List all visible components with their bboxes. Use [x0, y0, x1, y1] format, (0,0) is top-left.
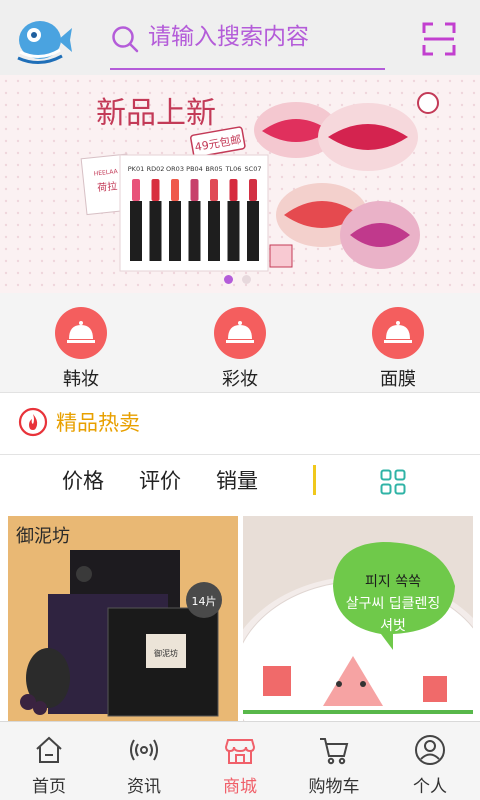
cart-icon	[320, 738, 349, 765]
shade-label: RD02	[147, 165, 165, 173]
banner-headline: 新品上新	[96, 96, 216, 131]
sort-divider	[313, 465, 316, 495]
category-label: 韩妆	[63, 369, 99, 390]
fish-logo-icon[interactable]	[14, 10, 74, 66]
nav-label: 首页	[32, 777, 66, 797]
top-bar: 请输入搜索内容	[0, 0, 480, 75]
shade-label: TL06	[225, 165, 242, 173]
fire-icon	[18, 407, 48, 437]
cloche-icon	[214, 307, 266, 359]
shade-label: OR03	[166, 165, 184, 173]
scan-icon[interactable]	[422, 22, 456, 56]
tag-line-3: 셔벗	[380, 618, 406, 634]
nav-cart[interactable]: 购物车	[293, 722, 373, 800]
app-screen: 请输入搜索内容 新品上新 49元包邮 HEELAA 荷拉 PK01 RD02 O…	[0, 0, 480, 800]
category-color-makeup[interactable]: 彩妆	[199, 307, 279, 391]
nav-home[interactable]: 首页	[8, 722, 88, 800]
bottom-nav: 首页 资讯 商城 购物车 个人	[0, 721, 480, 800]
cloche-icon	[372, 307, 424, 359]
banner-artwork: 新品上新 49元包邮 HEELAA 荷拉 PK01 RD02 OR03 PB04 BR0…	[0, 75, 480, 293]
banner-dot-active[interactable]	[224, 275, 233, 284]
shade-labels: PK01 RD02 OR03 PB04 BR05 TL06 SC07	[128, 165, 262, 173]
broadcast-icon	[130, 739, 158, 761]
category-label: 彩妆	[222, 369, 258, 390]
banner-dot[interactable]	[242, 275, 251, 284]
nav-label: 商城	[223, 777, 257, 797]
search-bar[interactable]: 请输入搜索内容	[110, 14, 385, 70]
tag-line-1: 피지 쏙쏙	[365, 574, 421, 590]
sort-price[interactable]: 价格	[62, 467, 104, 495]
shade-label: PK01	[128, 165, 144, 173]
tag-line-2: 살구씨 딥클렌징	[346, 596, 441, 612]
category-face-mask[interactable]: 面膜	[357, 307, 437, 391]
nav-label: 个人	[413, 777, 447, 797]
nav-store[interactable]: 商城	[199, 722, 279, 800]
nav-label: 资讯	[127, 777, 161, 797]
product-image: 피지 쏙쏙 살구씨 딥클렌징 셔벗	[243, 516, 473, 721]
shade-label: SC07	[245, 165, 262, 173]
banner-pagination[interactable]	[220, 272, 260, 286]
shade-label: PB04	[186, 165, 203, 173]
grid-view-icon[interactable]	[380, 469, 406, 495]
cloche-icon	[55, 307, 107, 359]
promo-banner[interactable]: 新品上新 49元包邮 HEELAA 荷拉 PK01 RD02 OR03 PB04 BR0…	[0, 75, 480, 293]
category-row: 韩妆 彩妆 面膜	[0, 293, 480, 393]
product-card[interactable]: 피지 쏙쏙 살구씨 딥클렌징 셔벗	[243, 516, 473, 721]
section-title: 精品热卖	[56, 411, 140, 435]
shade-label: BR05	[205, 165, 222, 173]
category-label: 面膜	[380, 369, 416, 390]
category-korean-makeup[interactable]: 韩妆	[40, 307, 120, 391]
user-icon	[415, 735, 445, 765]
store-icon	[224, 739, 256, 764]
sort-review[interactable]: 评价	[139, 467, 181, 495]
product-brand: 御泥坊	[16, 526, 70, 547]
search-input[interactable]: 请输入搜索内容	[148, 20, 309, 54]
nav-news[interactable]: 资讯	[103, 722, 183, 800]
product-image: 御泥坊 御泥坊 14片	[8, 516, 238, 721]
pack-count-badge: 14片	[192, 595, 217, 608]
search-icon	[112, 26, 139, 53]
home-icon	[36, 736, 62, 763]
sort-sales[interactable]: 销量	[216, 467, 258, 495]
nav-profile[interactable]: 个人	[389, 722, 469, 800]
sort-bar: 价格 评价 销量	[0, 455, 480, 511]
product-card[interactable]: 御泥坊 御泥坊 14片	[8, 516, 238, 721]
nav-label: 购物车	[308, 777, 360, 797]
box-label: 御泥坊	[154, 648, 178, 658]
hot-section-header: 精品热卖	[0, 393, 480, 455]
product-grid: 御泥坊 御泥坊 14片 피지 쏙쏙 살구씨 딥클렌징 셔벗	[0, 511, 480, 721]
